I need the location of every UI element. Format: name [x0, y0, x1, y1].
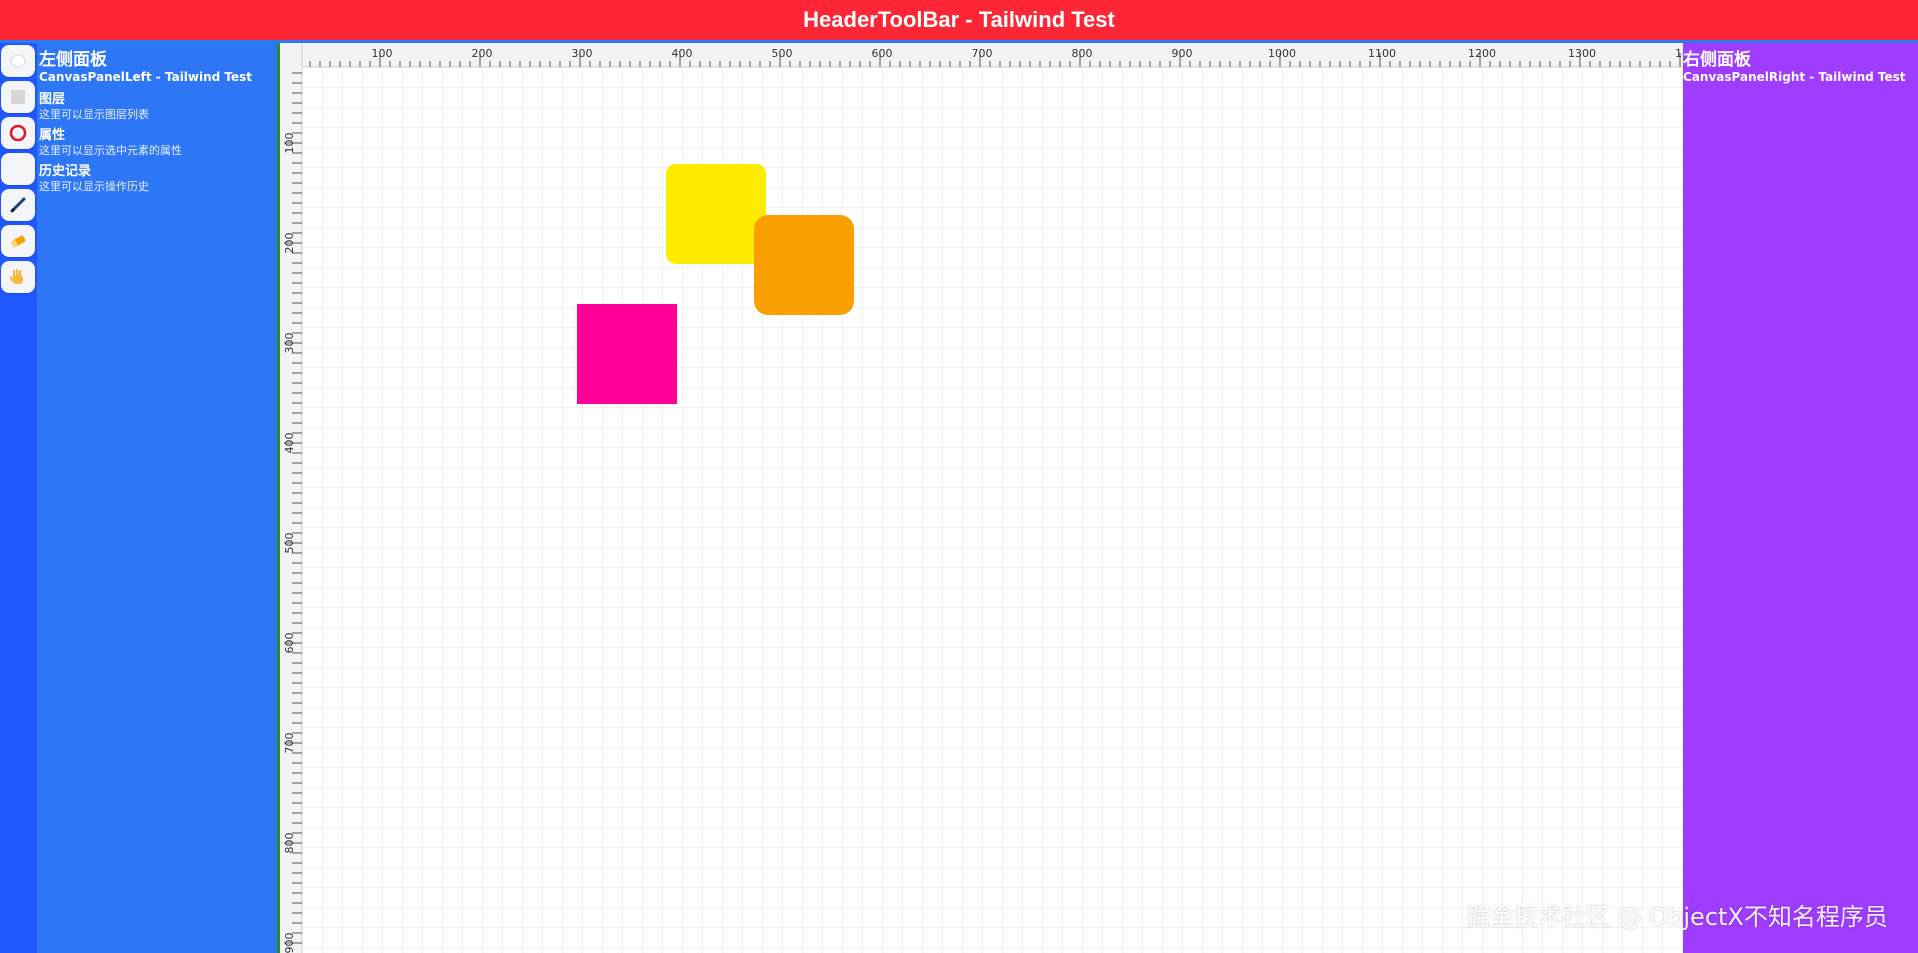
v-ruler-label: 700 — [283, 733, 296, 754]
yellow-rounded-rect[interactable] — [666, 164, 766, 264]
circle-tool-button[interactable] — [1, 117, 35, 149]
v-ruler-label: 400 — [283, 433, 296, 454]
history-section-title: 历史记录 — [39, 164, 92, 179]
header-title: HeaderToolBar - Tailwind Test — [803, 7, 1115, 32]
v-ruler-label: 200 — [283, 233, 296, 254]
h-ruler-label: 800 — [1072, 47, 1093, 60]
white-shape-icon — [10, 54, 26, 68]
right-panel-subtitle: CanvasPanelRight - Tailwind Test — [1683, 70, 1906, 84]
history-section-desc: 这里可以显示操作历史 — [39, 180, 149, 193]
h-ruler-label: 1300 — [1568, 47, 1596, 60]
h-ruler-label: 500 — [772, 47, 793, 60]
h-ruler-label: 900 — [1172, 47, 1193, 60]
v-ruler-label: 500 — [283, 533, 296, 554]
shape-tool-button[interactable] — [1, 45, 35, 77]
right-panel-title: 右侧面板 — [1683, 50, 1751, 70]
right-panel: 右侧面板 CanvasPanelRight - Tailwind Test — [1683, 43, 1918, 953]
red-ring-icon — [9, 124, 27, 142]
orange-rounded-rect[interactable] — [754, 215, 854, 315]
h-ruler-label: 100 — [372, 47, 393, 60]
gray-square-icon — [11, 90, 25, 104]
header-toolbar: HeaderToolBar - Tailwind Test — [0, 0, 1918, 40]
h-ruler-label: 400 — [672, 47, 693, 60]
drawing-canvas[interactable]: 100 200 300 400 500 600 700 800 900 1000 1100 1200 1… — [280, 43, 1683, 953]
h-ruler-label: 700 — [972, 47, 993, 60]
v-ruler-label: 900 — [283, 933, 296, 953]
layers-section-title: 图层 — [39, 92, 66, 107]
h-ruler-label: 600 — [872, 47, 893, 60]
rectangle-tool-button[interactable] — [1, 81, 35, 113]
hand-tool-button[interactable] — [1, 261, 35, 293]
h-ruler-label: 300 — [572, 47, 593, 60]
hand-icon — [9, 269, 23, 284]
h-ruler-label: 14 — [1675, 47, 1683, 60]
h-ruler-label: 200 — [472, 47, 493, 60]
eraser-icon — [11, 235, 26, 248]
watermark: 掘金技术社区 @ ObjectX不知名程序员 — [1466, 903, 1888, 931]
v-ruler-label: 600 — [283, 633, 296, 654]
properties-section-desc: 这里可以显示选中元素的属性 — [39, 144, 182, 157]
left-panel: 左侧面板 CanvasPanelLeft - Tailwind Test 图层 … — [37, 43, 277, 953]
pen-tool-button[interactable] — [1, 189, 35, 221]
properties-section-title: 属性 — [39, 128, 66, 143]
vertical-ruler — [280, 43, 302, 953]
left-panel-title: 左侧面板 — [39, 50, 107, 70]
pink-square[interactable] — [577, 304, 677, 404]
left-panel-subtitle: CanvasPanelLeft - Tailwind Test — [39, 70, 253, 84]
layers-section-desc: 这里可以显示图层列表 — [39, 108, 149, 121]
v-ruler-label: 300 — [283, 333, 296, 354]
v-ruler-label: 100 — [283, 133, 296, 154]
tool-sidebar — [0, 43, 37, 953]
h-ruler-label: 1100 — [1368, 47, 1396, 60]
h-ruler-label: 1200 — [1468, 47, 1496, 60]
canvas-grid — [302, 67, 1683, 953]
v-ruler-label: 800 — [283, 833, 296, 854]
eraser-tool-button[interactable] — [1, 225, 35, 257]
pen-icon — [10, 197, 26, 213]
blank-tool-button[interactable] — [1, 153, 35, 185]
canvas-svg[interactable]: 100 200 300 400 500 600 700 800 900 1000 1100 1200 1… — [280, 43, 1683, 953]
h-ruler-label: 1000 — [1268, 47, 1296, 60]
